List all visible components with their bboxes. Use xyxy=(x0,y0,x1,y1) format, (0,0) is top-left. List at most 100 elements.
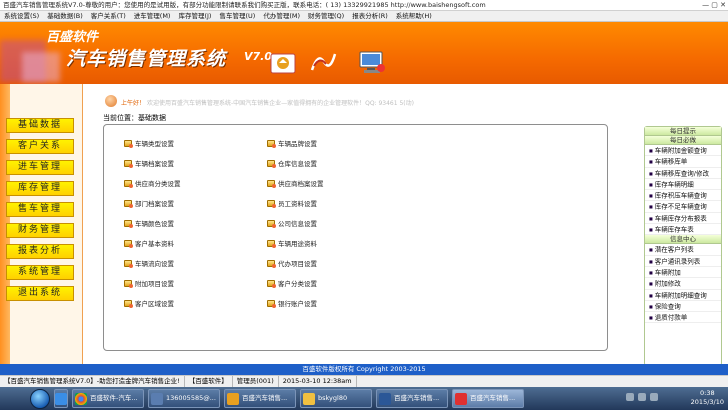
menu-item-agency[interactable]: 代办管理(M) xyxy=(259,11,304,21)
mail-icon[interactable] xyxy=(308,48,338,76)
tip-item[interactable]: 车辆移库单 xyxy=(645,156,721,168)
link-vehicle-archive[interactable]: 车辆档案设置 xyxy=(124,158,174,168)
folder-icon xyxy=(124,279,133,288)
link-agency-items[interactable]: 代办项目设置 xyxy=(267,258,317,268)
link-label: 客户分类设置 xyxy=(278,280,317,288)
tip-item[interactable]: 库存车辆明细 xyxy=(645,179,721,191)
menu-item-purchase[interactable]: 进车管理(M) xyxy=(130,11,175,21)
link-supplier-archive[interactable]: 供应商档案设置 xyxy=(267,178,324,188)
link-label: 车辆颜色设置 xyxy=(135,220,174,228)
sidebar-item-customer[interactable]: 客户关系 xyxy=(6,139,74,154)
ie-icon[interactable] xyxy=(54,389,68,408)
status-bar: 【百盛汽车销售管理系统V7.0】-助您打造金牌汽车销售企业! 【百盛软件】 管理… xyxy=(0,375,728,387)
link-company-info[interactable]: 公司信息设置 xyxy=(267,218,317,228)
folder-icon xyxy=(267,219,276,228)
menu-item-customer[interactable]: 客户关系(T) xyxy=(87,11,130,21)
folder-icon xyxy=(267,259,276,268)
volume-icon[interactable] xyxy=(650,393,658,401)
link-label: 车辆类型设置 xyxy=(135,140,174,148)
status-datetime: 2015-03-10 12:38am xyxy=(279,376,357,387)
link-customer-info[interactable]: 客户基本资料 xyxy=(124,238,174,248)
user-avatar-icon xyxy=(105,95,117,107)
link-bank-account[interactable]: 银行账户设置 xyxy=(267,298,317,308)
menu-item-help[interactable]: 系统帮助(H) xyxy=(392,11,436,21)
menu-item-basic-data[interactable]: 基础数据(B) xyxy=(43,11,87,21)
sidebar-item-sales[interactable]: 售车管理 xyxy=(6,202,74,217)
network-icon[interactable] xyxy=(638,393,646,401)
link-label: 车辆档案设置 xyxy=(135,160,174,168)
folder-icon xyxy=(124,239,133,248)
folder-icon xyxy=(267,299,276,308)
link-warehouse[interactable]: 仓库信息设置 xyxy=(267,158,317,168)
info-item[interactable]: 退质付款单 xyxy=(645,312,721,324)
link-label: 车辆品牌设置 xyxy=(278,140,317,148)
clock[interactable]: 0:38 2015/3/10 xyxy=(691,389,724,407)
menu-item-sales[interactable]: 售车管理(U) xyxy=(215,11,259,21)
tip-item[interactable]: 车辆库存车表 xyxy=(645,224,721,236)
chrome-icon xyxy=(75,392,87,405)
start-button[interactable] xyxy=(30,388,50,409)
taskbar-item-chrome[interactable]: 百盛软件-汽车... xyxy=(72,389,144,408)
sidebar-item-reports[interactable]: 报表分析 xyxy=(6,244,74,259)
folder-icon xyxy=(124,199,133,208)
link-employee[interactable]: 员工资料设置 xyxy=(267,198,317,208)
tip-item[interactable]: 车辆移库查询/修改 xyxy=(645,168,721,179)
sidebar-item-purchase[interactable]: 进车管理 xyxy=(6,160,74,175)
info-item[interactable]: 车辆附加明细查询 xyxy=(645,290,721,301)
sidebar: 基础数据 客户关系 进车管理 库存管理 售车管理 财务管理 报表分析 系统管理 … xyxy=(0,84,83,375)
link-vehicle-color[interactable]: 车辆颜色设置 xyxy=(124,218,174,228)
menu-item-stock[interactable]: 库存管理(J) xyxy=(174,11,215,21)
link-department[interactable]: 部门档案设置 xyxy=(124,198,174,208)
tray-icon[interactable] xyxy=(626,393,634,401)
folder-icon xyxy=(267,159,276,168)
home-icon[interactable] xyxy=(268,48,298,76)
folder-icon xyxy=(124,159,133,168)
link-label: 车辆流向设置 xyxy=(135,260,174,268)
info-item[interactable]: 保险查询 xyxy=(645,301,721,313)
word-icon xyxy=(379,392,391,405)
taskbar-item-qq[interactable]: 136005585@... xyxy=(148,389,220,408)
link-vehicle-usage[interactable]: 车辆用途资料 xyxy=(267,238,317,248)
link-vehicle-brand[interactable]: 车辆品牌设置 xyxy=(267,138,317,148)
taskbar-item-word[interactable]: 百盛汽车销售... xyxy=(376,389,448,408)
section-header-info: 信息中心 xyxy=(645,235,721,245)
menu-item-finance[interactable]: 财务管理(Q) xyxy=(304,11,348,21)
tip-item[interactable]: 库存不足车辆查询 xyxy=(645,201,721,213)
link-label: 客户区域设置 xyxy=(135,300,174,308)
link-vehicle-type[interactable]: 车辆类型设置 xyxy=(124,138,174,148)
sidebar-item-basic-data[interactable]: 基础数据 xyxy=(6,118,74,133)
sidebar-item-exit[interactable]: 退出系统 xyxy=(6,286,74,301)
info-item[interactable]: 客户通讯录列表 xyxy=(645,256,721,267)
link-vehicle-flow[interactable]: 车辆流向设置 xyxy=(124,258,174,268)
window-icon xyxy=(151,392,163,405)
app-icon xyxy=(455,392,467,405)
tip-item[interactable]: 车辆库存分布报表 xyxy=(645,213,721,225)
sidebar-item-finance[interactable]: 财务管理 xyxy=(6,223,74,238)
sidebar-item-stock[interactable]: 库存管理 xyxy=(6,181,74,196)
menu-item-reports[interactable]: 报表分析(R) xyxy=(348,11,392,21)
link-supplier-category[interactable]: 供应商分类设置 xyxy=(124,178,181,188)
sidebar-item-system[interactable]: 系统管理 xyxy=(6,265,74,280)
computer-icon[interactable] xyxy=(357,48,387,76)
link-customer-region[interactable]: 客户区域设置 xyxy=(124,298,174,308)
tip-item[interactable]: 车辆附加金额查询 xyxy=(645,145,721,157)
daily-tips-panel: 每日提示 每日必做 车辆附加金额查询 车辆移库单 车辆移库查询/修改 库存车辆明… xyxy=(637,84,728,375)
info-item[interactable]: 潜在客户列表 xyxy=(645,244,721,256)
info-item[interactable]: 附加修改 xyxy=(645,278,721,290)
folder-icon xyxy=(124,219,133,228)
taskbar-item-folder[interactable]: bskygl80 xyxy=(300,389,372,408)
link-customer-category[interactable]: 客户分类设置 xyxy=(267,278,317,288)
link-extra-items[interactable]: 附加项目设置 xyxy=(124,278,174,288)
main-content: 上午好！ 欢迎使用百盛汽车销售管理系统-中国汽车销售企业—家值得拥有的企业管理软… xyxy=(83,84,637,375)
window-controls[interactable]: — ▢ ✕ xyxy=(702,0,726,10)
product-name: 汽车销售管理系统 xyxy=(66,48,227,70)
tip-item[interactable]: 库存积压车辆查询 xyxy=(645,190,721,202)
windows-taskbar: 百盛软件-汽车... 136005585@... 百盛汽车销售... bskyg… xyxy=(0,387,728,410)
taskbar-item-app-active[interactable]: 百盛汽车销售... xyxy=(452,389,524,408)
menu-item-system[interactable]: 系统设置(S) xyxy=(0,11,43,21)
taskbar-item-app1[interactable]: 百盛汽车销售... xyxy=(224,389,296,408)
info-item[interactable]: 车辆附加 xyxy=(645,267,721,279)
link-label: 供应商分类设置 xyxy=(135,180,181,188)
ie-glyph-icon xyxy=(55,392,67,405)
tips-box: 每日提示 每日必做 车辆附加金额查询 车辆移库单 车辆移库查询/修改 库存车辆明… xyxy=(644,126,722,366)
